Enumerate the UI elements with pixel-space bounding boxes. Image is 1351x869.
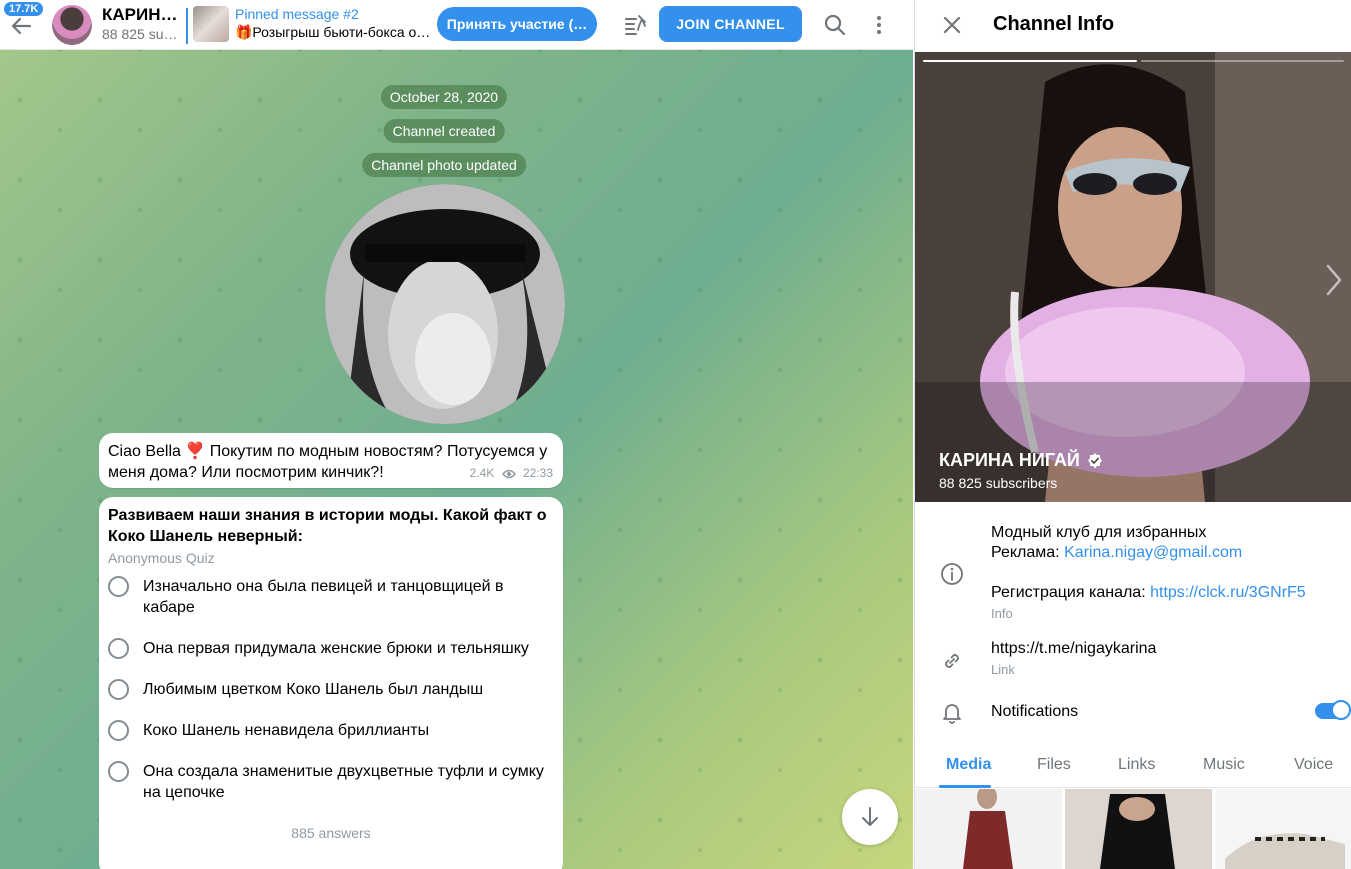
- media-thumbnail[interactable]: [915, 785, 1062, 869]
- ad-line: Реклама: Karina.nigay@gmail.com: [991, 543, 1306, 563]
- media-thumbnail-image: [1065, 789, 1212, 869]
- radio-icon[interactable]: [108, 679, 129, 700]
- channel-photo-illustration: [325, 184, 565, 424]
- profile-photo[interactable]: КАРИНА НИГАЙ 88 825 subscribers: [915, 52, 1351, 502]
- quiz-answers-count: 885 answers: [291, 825, 371, 841]
- chat-area: October 28, 2020 Channel created Channel…: [0, 0, 913, 869]
- registration-link[interactable]: https://clck.ru/3GNrF5: [1150, 584, 1306, 601]
- photo-progress-active: [923, 60, 1137, 62]
- chat-header: 17.7K КАРИН… 88 825 su… Pinned message #…: [0, 0, 913, 50]
- channel-title[interactable]: КАРИН…: [102, 5, 178, 25]
- pinned-indicator: [186, 8, 188, 44]
- avatar[interactable]: [52, 5, 92, 45]
- reaction-chip[interactable]: [108, 860, 154, 869]
- notifications-label: Notifications: [991, 703, 1079, 720]
- media-thumbnail-image: [1215, 789, 1351, 869]
- pinned-title[interactable]: Pinned message #2: [235, 6, 359, 22]
- pinned-thumbnail[interactable]: [193, 6, 229, 42]
- radio-icon[interactable]: [108, 761, 129, 782]
- unread-badge: 17.7K: [4, 2, 44, 16]
- media-thumbnail[interactable]: [1065, 789, 1212, 869]
- channel-link[interactable]: https://t.me/nigaykarina: [991, 639, 1156, 659]
- notifications-toggle[interactable]: [1315, 700, 1351, 720]
- quiz-option-text: Коко Шанель ненавидела бриллианты: [143, 722, 430, 739]
- service-channel-created: Channel created: [383, 119, 505, 143]
- back-arrow-icon: [11, 17, 32, 35]
- quiz-bubble: Развиваем наши знания в истории моды. Ка…: [99, 497, 563, 869]
- close-icon: [943, 16, 961, 34]
- radio-icon[interactable]: [108, 720, 129, 741]
- quiz-option-text: Любимым цветком Коко Шанель был ландыш: [143, 681, 484, 698]
- shared-media-tabs: Media Files Links Music Voice: [915, 746, 1351, 788]
- photo-progress: [1141, 60, 1344, 62]
- bell-icon: [943, 704, 961, 724]
- more-button[interactable]: [866, 12, 892, 38]
- tab-voice[interactable]: Voice: [1294, 756, 1333, 774]
- tab-media[interactable]: Media: [946, 756, 991, 774]
- service-photo-updated: Channel photo updated: [362, 153, 526, 177]
- message-views: 2.4K: [469, 466, 495, 480]
- arrow-down-icon: [862, 807, 878, 826]
- info-circle-icon: [941, 563, 963, 585]
- views-eye-icon: [501, 469, 516, 479]
- ad-label: Реклама:: [991, 544, 1065, 561]
- message-meta: 2.4K 22:33: [470, 463, 553, 484]
- more-vertical-icon: [877, 16, 881, 34]
- profile-photo-illustration: [915, 52, 1351, 502]
- channel-info-panel: Channel Info КАРИНА НИГАЙ 88 825 subscri…: [914, 0, 1351, 869]
- radio-icon[interactable]: [108, 576, 129, 597]
- service-date: October 28, 2020: [380, 85, 508, 109]
- message-bubble[interactable]: Ciao Bella ❣️ Покутим по модным новостям…: [99, 433, 563, 488]
- radio-icon[interactable]: [108, 638, 129, 659]
- quiz-type: Anonymous Quiz: [108, 550, 215, 566]
- channel-description[interactable]: Модный клуб для избранных Реклама: Karin…: [991, 523, 1306, 603]
- close-button[interactable]: [939, 12, 965, 38]
- tab-links[interactable]: Links: [1118, 756, 1155, 774]
- scroll-down-button[interactable]: [842, 789, 898, 845]
- registration-label: Регистрация канала:: [991, 584, 1151, 601]
- channel-photo[interactable]: [325, 184, 565, 424]
- quiz-option-text: Она создала знаменитые двухцветные туфли…: [143, 763, 544, 801]
- quiz-option-text: Изначально она была певицей и танцовщице…: [143, 578, 504, 616]
- info-caption: Info: [991, 606, 1013, 621]
- quiz-question: Развиваем наши знания в истории моды. Ка…: [108, 507, 547, 545]
- ad-email-link[interactable]: Karina.nigay@gmail.com: [1064, 544, 1242, 561]
- active-tab-indicator: [939, 785, 991, 788]
- join-channel-button[interactable]: JOIN CHANNEL: [659, 6, 802, 42]
- media-thumbnail-image: [915, 785, 1062, 869]
- chevron-right-icon: [1326, 264, 1342, 296]
- notifications-row-icon: [939, 699, 965, 725]
- verified-icon: [1087, 452, 1102, 468]
- message-time: 22:33: [522, 466, 553, 480]
- participate-button[interactable]: Принять участие (…: [437, 7, 597, 41]
- pinned-list-button[interactable]: [622, 12, 648, 38]
- tab-files[interactable]: Files: [1037, 756, 1071, 774]
- search-icon: [824, 14, 846, 36]
- tab-music[interactable]: Music: [1203, 756, 1245, 774]
- search-button[interactable]: [822, 12, 848, 38]
- registration-line: Регистрация канала: https://clck.ru/3GNr…: [991, 583, 1306, 603]
- quiz-option-text: Она первая придумала женские брюки и тел…: [143, 640, 529, 657]
- link-icon: [945, 654, 959, 668]
- back-button[interactable]: [8, 12, 36, 40]
- channel-subscribers: 88 825 su…: [102, 26, 178, 42]
- unpin-list-icon: [625, 15, 646, 35]
- pinned-text[interactable]: 🎁Розыгрыш бьюти-бокса о…: [235, 24, 435, 41]
- next-photo-button[interactable]: [1320, 260, 1346, 300]
- panel-title: Channel Info: [993, 13, 1115, 35]
- link-caption: Link: [991, 662, 1015, 677]
- profile-name: КАРИНА НИГАЙ: [939, 450, 1104, 471]
- profile-subscribers: 88 825 subscribers: [939, 475, 1058, 491]
- reaction-chip[interactable]: [163, 860, 209, 869]
- media-thumbnail[interactable]: [1215, 789, 1351, 869]
- link-row-icon: [939, 648, 965, 674]
- profile-name-text: КАРИНА НИГАЙ: [939, 450, 1080, 470]
- info-row-icon: [939, 561, 965, 587]
- description-line: Модный клуб для избранных: [991, 524, 1207, 541]
